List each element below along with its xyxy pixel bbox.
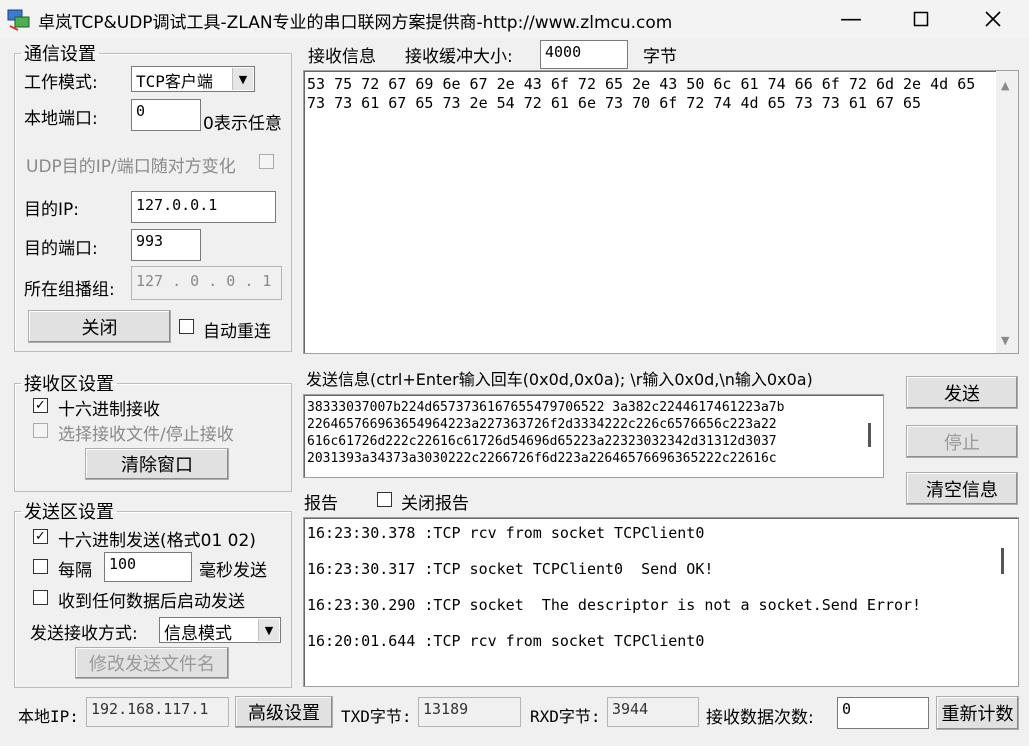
recv-count-input[interactable]: 0 — [837, 697, 929, 729]
title-bar: 卓岚TCP&UDP调试工具-ZLAN专业的串口联网方案提供商-http://ww… — [0, 0, 1029, 38]
window-title: 卓岚TCP&UDP调试工具-ZLAN专业的串口联网方案提供商-http://ww… — [38, 13, 673, 33]
recv-line: 73 73 61 67 65 73 2e 54 72 61 6e 73 70 6… — [307, 94, 922, 112]
send-after-recv-checkbox[interactable] — [33, 590, 48, 605]
minimize-icon: — — [840, 6, 862, 32]
send-scrollbar-thumb[interactable] — [868, 423, 871, 447]
txd-value: 13189 — [418, 697, 521, 727]
send-after-recv-label: 收到任何数据后启动发送 — [58, 592, 245, 612]
multicast-input[interactable]: 127 . 0 . 0 . 1 — [131, 266, 282, 300]
local-port-input[interactable]: 0 — [131, 99, 201, 131]
dest-port-input[interactable]: 993 — [131, 229, 201, 261]
chevron-down-icon[interactable]: ▼ — [232, 68, 253, 90]
advanced-settings-button[interactable]: 高级设置 — [235, 696, 333, 728]
rxd-value: 3944 — [607, 697, 699, 727]
clear-window-button[interactable]: 清除窗口 — [85, 448, 229, 480]
recv-buffer-unit: 字节 — [643, 47, 677, 67]
send-line: 38333037007b224d6573736167655479706522 3… — [307, 400, 785, 415]
report-line: 16:23:30.317 :TCP socket TCPClient0 Send… — [307, 560, 714, 578]
send-line: 226465766963654964223a227363726f2d333422… — [307, 417, 777, 432]
clear-info-button[interactable]: 清空信息 — [906, 472, 1018, 505]
app-icon — [7, 9, 30, 31]
recv-line: 53 75 72 67 69 6e 67 2e 43 6f 72 65 2e 4… — [307, 75, 976, 93]
multicast-label: 所在组播组: — [24, 280, 115, 300]
work-mode-select[interactable]: TCP客户端 ▼ — [131, 66, 255, 92]
report-textarea[interactable]: 16:23:30.378 :TCP rcv from socket TCPCli… — [303, 517, 1019, 687]
close-report-label: 关闭报告 — [401, 494, 469, 514]
send-textarea[interactable]: 38333037007b224d6573736167655479706522 3… — [303, 394, 884, 478]
auto-reconnect-label: 自动重连 — [203, 322, 271, 342]
hex-recv-checkbox[interactable]: ✓ — [33, 398, 48, 413]
work-mode-label: 工作模式: — [24, 73, 98, 93]
close-icon — [985, 11, 1001, 27]
send-line: 616c61726d222c22616c61726d54696d65223a22… — [307, 434, 777, 449]
dest-port-label: 目的端口: — [24, 239, 98, 259]
stop-button[interactable]: 停止 — [906, 425, 1018, 458]
send-mode-label: 发送接收方式: — [30, 624, 138, 644]
send-mode-select[interactable]: 信息模式 ▼ — [159, 617, 281, 644]
comm-settings-legend: 通信设置 — [24, 44, 96, 65]
udp-follow-label: UDP目的IP/端口随对方变化 — [26, 157, 236, 177]
report-line: 16:23:30.378 :TCP rcv from socket TCPCli… — [307, 524, 705, 542]
scroll-down-icon[interactable]: ▼ — [1001, 334, 1009, 347]
send-line: 2031393a34373a3030222c2266726f6d223a2264… — [307, 451, 777, 466]
udp-follow-checkbox[interactable] — [259, 154, 274, 169]
auto-reconnect-checkbox[interactable] — [179, 319, 194, 334]
send-every-label: 每隔 — [58, 561, 92, 581]
recv-textarea[interactable]: 53 75 72 67 69 6e 67 2e 43 6f 72 65 2e 4… — [303, 70, 1019, 354]
recv-buffer-input[interactable]: 4000 — [540, 40, 628, 69]
report-line: 16:20:01.644 :TCP rcv from socket TCPCli… — [307, 632, 705, 650]
close-window-button[interactable] — [958, 0, 1028, 38]
send-interval-input[interactable]: 100 — [104, 552, 192, 582]
send-button[interactable]: 发送 — [906, 376, 1018, 409]
send-title: 发送信息(ctrl+Enter输入回车(0x0d,0x0a); \r输入0x0d… — [306, 370, 813, 389]
send-interval-checkbox[interactable] — [33, 559, 48, 574]
chevron-down-icon[interactable]: ▼ — [258, 619, 279, 641]
recv-title: 接收信息 — [308, 47, 376, 67]
rxd-label: RXD字节: — [530, 707, 601, 726]
maximize-icon — [913, 11, 929, 27]
send-settings-legend: 发送区设置 — [24, 502, 114, 523]
dest-ip-label: 目的IP: — [24, 200, 79, 220]
send-interval-unit: 毫秒发送 — [199, 561, 267, 581]
select-file-checkbox[interactable] — [33, 423, 48, 438]
recv-count-label: 接收数据次数: — [706, 708, 814, 728]
close-report-checkbox[interactable] — [377, 492, 392, 507]
send-mode-value: 信息模式 — [164, 624, 232, 644]
minimize-button[interactable]: — — [816, 0, 886, 38]
close-connection-button[interactable]: 关闭 — [28, 310, 171, 343]
report-line: 16:23:30.290 :TCP socket The descriptor … — [307, 596, 922, 614]
hex-send-label: 十六进制发送(格式01 02) — [58, 531, 256, 551]
hex-recv-label: 十六进制接收 — [58, 400, 160, 420]
recount-button[interactable]: 重新计数 — [936, 696, 1019, 730]
recv-settings-legend: 接收区设置 — [24, 374, 114, 395]
report-scrollbar-thumb[interactable] — [1001, 548, 1004, 574]
local-port-hint: 0表示任意 — [203, 114, 282, 134]
change-send-file-button[interactable]: 修改发送文件名 — [75, 647, 229, 679]
local-ip-input: 192.168.117.1 — [86, 697, 229, 727]
scroll-up-icon[interactable]: ▲ — [1001, 79, 1009, 92]
select-file-label: 选择接收文件/停止接收 — [58, 425, 234, 445]
local-port-label: 本地端口: — [24, 109, 98, 129]
txd-label: TXD字节: — [341, 707, 412, 726]
maximize-button[interactable] — [886, 0, 956, 38]
recv-scrollbar[interactable]: ▲ ▼ — [996, 71, 1018, 353]
work-mode-value: TCP客户端 — [136, 72, 213, 91]
report-title: 报告 — [304, 494, 338, 514]
hex-send-checkbox[interactable]: ✓ — [33, 529, 48, 544]
dest-ip-input[interactable]: 127.0.0.1 — [131, 191, 276, 223]
recv-buffer-label: 接收缓冲大小: — [405, 47, 513, 67]
local-ip-label: 本地IP: — [18, 707, 79, 726]
